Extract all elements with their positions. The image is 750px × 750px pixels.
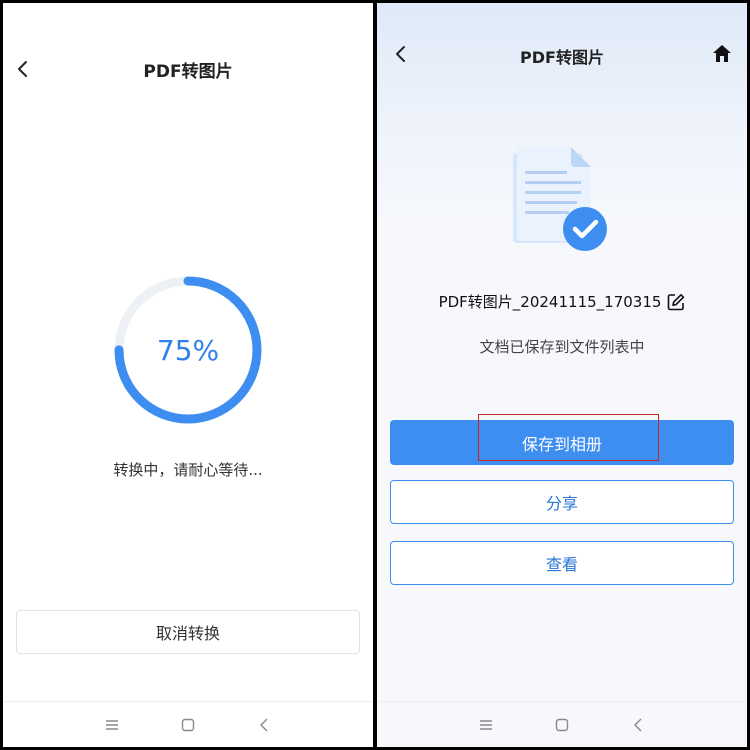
progress-percent: 75%	[156, 333, 220, 367]
page-title: PDF转图片	[143, 62, 233, 82]
document-success-icon	[513, 147, 607, 251]
back-triangle-icon	[634, 718, 642, 731]
edit-icon	[668, 293, 685, 310]
page-title: PDF转图片	[520, 48, 604, 67]
back-nav-button[interactable]	[626, 713, 650, 737]
share-button[interactable]: 分享	[390, 480, 734, 524]
menu-button[interactable]	[474, 713, 498, 737]
home-nav-button[interactable]	[550, 713, 574, 737]
save-to-album-button[interactable]: 保存到相册	[390, 420, 734, 465]
view-button[interactable]: 查看	[390, 541, 734, 585]
cancel-conversion-button[interactable]: 取消转换	[16, 610, 360, 654]
back-nav-button[interactable]	[252, 713, 276, 737]
menu-icon	[480, 719, 492, 730]
menu-button[interactable]	[100, 713, 124, 737]
system-navbar	[377, 701, 747, 747]
home-button[interactable]	[711, 43, 733, 65]
saved-message: 文档已保存到文件列表中	[479, 338, 645, 356]
converting-screen: PDF转图片 75% 转换中，请耐心等待... 取消转换	[3, 3, 373, 747]
system-navbar	[3, 701, 373, 747]
home-icon	[713, 45, 731, 62]
back-triangle-icon	[260, 718, 268, 731]
menu-icon	[106, 719, 118, 730]
status-text: 转换中，请耐心等待...	[113, 461, 263, 479]
home-square-icon	[181, 718, 195, 731]
conversion-complete-screen: PDF转图片 PDF转图片_20241115_170315 文档已保存到文件列表…	[377, 3, 747, 747]
filename-text: PDF转图片_20241115_170315	[438, 293, 662, 311]
filename-row: PDF转图片_20241115_170315	[377, 291, 747, 312]
home-square-icon	[555, 718, 569, 731]
edit-filename-button[interactable]	[667, 293, 685, 311]
home-nav-button[interactable]	[176, 713, 200, 737]
